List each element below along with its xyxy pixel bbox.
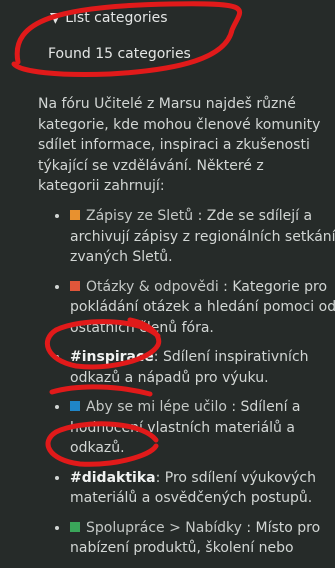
list-categories-toggle[interactable]: ▼ List categories xyxy=(50,10,168,26)
category-link-aby[interactable]: Aby se mi lépe učilo xyxy=(86,399,227,415)
list-item: #inspirace: Sdílení inspirativních odkaz… xyxy=(70,347,335,388)
list-item: Aby se mi lépe učilo : Sdílení a hodnoce… xyxy=(70,397,335,459)
found-count: Found 15 categories xyxy=(48,46,191,62)
list-item: Spolupráce > Nabídky : Místo pro nabízen… xyxy=(70,518,335,559)
list-item: #didaktika: Pro sdílení výukových materi… xyxy=(70,468,335,509)
list-categories-label: ▼ List categories xyxy=(50,10,168,26)
tag-link-didaktika[interactable]: #didaktika xyxy=(70,470,156,486)
list-item: Zápisy ze Sletů : Zde se sdílejí a archi… xyxy=(70,206,335,268)
category-link-spoluprace[interactable]: Spolupráce > Nabídky xyxy=(86,520,242,536)
category-color-swatch xyxy=(70,210,80,220)
category-color-swatch xyxy=(70,280,80,291)
intro-paragraph: Na fóru Učitelé z Marsu najdeš různé kat… xyxy=(38,96,321,194)
category-link-otazky[interactable]: Otázky & odpovědi xyxy=(86,279,219,295)
list-item: Otázky & odpovědi : Kategorie pro poklád… xyxy=(70,277,335,339)
category-color-swatch xyxy=(70,401,80,411)
category-color-swatch xyxy=(70,521,80,532)
category-link-zapisy[interactable]: Zápisy ze Sletů xyxy=(86,208,193,224)
category-list: Zápisy ze Sletů : Zde se sdílejí a archi… xyxy=(50,206,335,568)
tag-link-inspirace[interactable]: #inspirace xyxy=(70,349,154,365)
